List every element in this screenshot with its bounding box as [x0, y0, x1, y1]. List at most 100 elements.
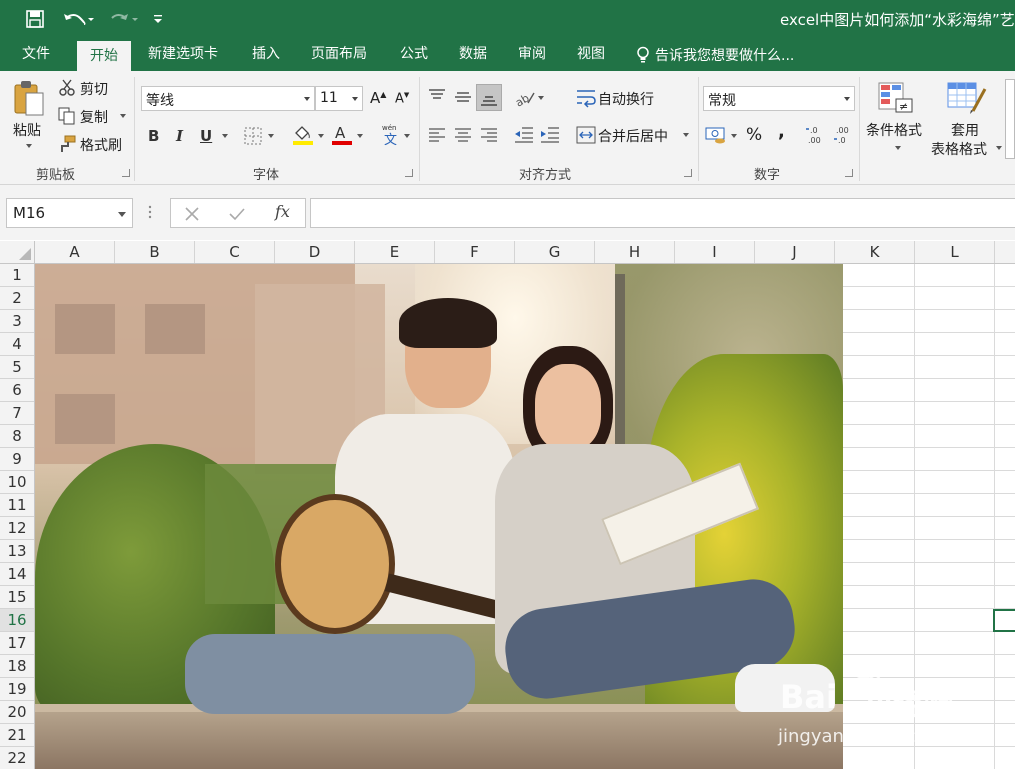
tab-home[interactable]: 开始 [77, 41, 131, 71]
increase-decimal-icon[interactable]: .0.00 [805, 124, 827, 150]
tab-formulas[interactable]: 公式 [400, 38, 428, 71]
comma-button[interactable]: , [778, 121, 785, 142]
row-header[interactable]: 10 [0, 471, 34, 494]
column-header[interactable]: H [595, 241, 675, 263]
borders-dropdown-icon[interactable] [268, 134, 274, 138]
undo-icon[interactable] [60, 0, 96, 38]
row-header[interactable]: 19 [0, 678, 34, 701]
wrap-text-label[interactable]: 自动换行 [598, 89, 654, 109]
increase-indent-icon[interactable] [540, 126, 560, 148]
format-painter-icon[interactable] [58, 135, 76, 157]
decrease-font-size-icon[interactable]: A▼ [395, 91, 409, 106]
insert-function-button[interactable]: fx [275, 202, 290, 221]
column-header[interactable]: E [355, 241, 435, 263]
column-header-m[interactable] [995, 241, 1015, 263]
customize-toolbar-icon[interactable] [150, 0, 166, 38]
column-header[interactable]: D [275, 241, 355, 263]
table-format-label-line2[interactable]: 表格格式 [931, 139, 987, 159]
inserted-picture[interactable] [35, 264, 843, 769]
orientation-dropdown-icon[interactable] [538, 96, 544, 100]
row-header[interactable]: 8 [0, 425, 34, 448]
row-header[interactable]: 6 [0, 379, 34, 402]
align-top-icon[interactable] [428, 89, 446, 107]
enter-formula-icon[interactable] [229, 207, 245, 225]
select-all-button[interactable] [0, 241, 35, 263]
fill-color-icon[interactable] [292, 124, 314, 150]
align-middle-icon[interactable] [454, 91, 472, 109]
row-header[interactable]: 1 [0, 264, 34, 287]
clipboard-launcher-icon[interactable] [122, 169, 130, 177]
tab-review[interactable]: 审阅 [518, 38, 546, 71]
column-header[interactable]: F [435, 241, 515, 263]
row-header[interactable]: 7 [0, 402, 34, 425]
column-header[interactable]: L [915, 241, 995, 263]
active-cell-m16[interactable] [993, 609, 1015, 632]
row-header-selected[interactable]: 16 [0, 609, 34, 632]
column-header[interactable]: K [835, 241, 915, 263]
column-header[interactable]: C [195, 241, 275, 263]
cancel-formula-icon[interactable] [185, 207, 199, 225]
conditional-format-icon[interactable]: ≠ [878, 81, 914, 117]
name-box[interactable]: M16 [6, 198, 133, 228]
merge-center-icon[interactable] [576, 126, 596, 148]
paste-label[interactable]: 粘贴 [13, 120, 41, 140]
row-header[interactable]: 20 [0, 701, 34, 724]
row-header[interactable]: 4 [0, 333, 34, 356]
save-icon[interactable] [22, 0, 48, 38]
cut-label[interactable]: 剪切 [80, 79, 108, 99]
row-header[interactable]: 9 [0, 448, 34, 471]
decrease-decimal-icon[interactable]: .00.0 [833, 124, 855, 150]
number-format-select[interactable]: 常规 [703, 86, 855, 111]
tab-view[interactable]: 视图 [577, 38, 605, 71]
font-name-select[interactable]: 等线 [141, 86, 315, 111]
tab-new-tab[interactable]: 新建选项卡 [148, 38, 218, 71]
row-header[interactable]: 15 [0, 586, 34, 609]
font-color-dropdown-icon[interactable] [357, 134, 363, 138]
tab-file[interactable]: 文件 [22, 38, 50, 71]
table-format-icon[interactable] [947, 81, 987, 119]
italic-button[interactable]: I [176, 127, 183, 145]
column-header[interactable]: I [675, 241, 755, 263]
redo-icon[interactable] [104, 0, 140, 38]
table-format-label-line1[interactable]: 套用 [951, 120, 979, 140]
row-header[interactable]: 13 [0, 540, 34, 563]
table-format-dropdown-icon[interactable] [996, 146, 1002, 150]
phonetic-guide-icon[interactable]: wén 文 [381, 122, 401, 150]
cell-styles-gallery[interactable] [1005, 79, 1015, 159]
cut-icon[interactable] [58, 79, 76, 101]
conditional-format-dropdown-icon[interactable] [895, 146, 901, 150]
merge-center-label[interactable]: 合并后居中 [598, 126, 668, 146]
tab-insert[interactable]: 插入 [252, 38, 280, 71]
row-header[interactable]: 5 [0, 356, 34, 379]
row-header[interactable]: 12 [0, 517, 34, 540]
column-header[interactable]: J [755, 241, 835, 263]
borders-icon[interactable] [244, 127, 262, 149]
column-header[interactable]: A [35, 241, 115, 263]
align-right-icon[interactable] [480, 128, 498, 146]
number-launcher-icon[interactable] [845, 169, 853, 177]
font-launcher-icon[interactable] [405, 169, 413, 177]
tab-data[interactable]: 数据 [459, 38, 487, 71]
copy-icon[interactable] [58, 107, 76, 129]
row-header[interactable]: 14 [0, 563, 34, 586]
row-header[interactable]: 17 [0, 632, 34, 655]
paste-dropdown-icon[interactable] [26, 144, 32, 148]
column-header[interactable]: G [515, 241, 595, 263]
alignment-launcher-icon[interactable] [684, 169, 692, 177]
font-size-select[interactable]: 11 [315, 86, 363, 111]
formula-bar-grip-icon[interactable] [148, 204, 152, 224]
tell-me-search[interactable]: 告诉我您想要做什么... [636, 38, 794, 71]
formula-input[interactable] [310, 198, 1015, 228]
increase-font-size-icon[interactable]: A▲ [370, 89, 386, 107]
align-left-icon[interactable] [428, 128, 446, 146]
merge-dropdown-icon[interactable] [683, 133, 689, 137]
percent-button[interactable]: % [746, 125, 762, 145]
accounting-dropdown-icon[interactable] [731, 134, 737, 138]
row-header[interactable]: 2 [0, 287, 34, 310]
row-header[interactable]: 3 [0, 310, 34, 333]
orientation-icon[interactable]: ab [513, 89, 536, 111]
bold-button[interactable]: B [148, 127, 159, 145]
accounting-format-icon[interactable] [705, 125, 727, 149]
phonetic-dropdown-icon[interactable] [404, 134, 410, 138]
align-center-icon[interactable] [454, 128, 472, 146]
